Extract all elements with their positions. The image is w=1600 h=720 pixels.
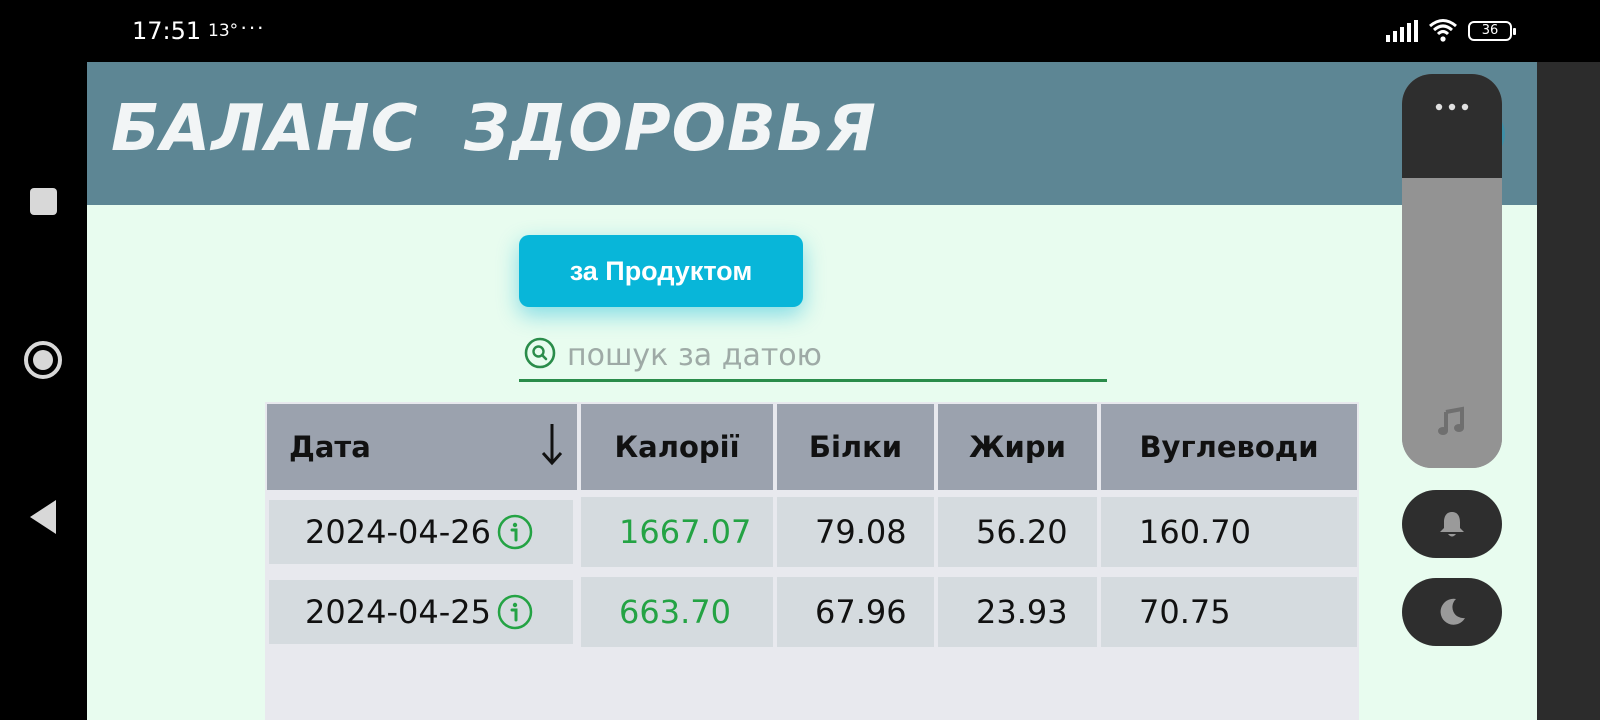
date-cell: 2024-04-26 [305,513,491,551]
app-header: БАЛАНС ЗДОРОВЬЯ ✓ [87,62,1537,205]
status-temperature: 13° [208,21,239,41]
page-title: БАЛАНС ЗДОРОВЬЯ [111,92,877,166]
column-header-label: Вуглеводи [1139,430,1319,464]
recents-button[interactable] [30,188,57,215]
protein-cell: 67.96 [777,577,934,647]
by-product-button[interactable]: за Продуктом [519,235,803,307]
back-button[interactable] [30,500,56,534]
calories-cell: 663.70 [581,577,773,647]
table-row-date: 2024-04-26 [269,500,573,564]
signal-icon [1386,20,1418,42]
column-header-carbs[interactable]: Вуглеводи [1101,404,1357,490]
table-row-date: 2024-04-25 [269,580,573,644]
moon-icon [1440,598,1465,625]
carbs-cell: 70.75 [1101,577,1357,647]
ringer-button[interactable] [1402,490,1502,558]
search-icon [524,337,556,369]
music-note-icon [1438,406,1464,435]
column-header-label: Жири [969,430,1066,464]
column-header-protein[interactable]: Білки [777,404,934,490]
app-area: БАЛАНС ЗДОРОВЬЯ ✓ за Продуктом Дата [87,62,1537,720]
column-header-calories[interactable]: Калорії [581,404,773,490]
column-header-label: Калорії [614,430,740,464]
more-icon[interactable] [1434,102,1470,112]
search-bar [519,332,1107,382]
calories-cell: 1667.07 [581,497,773,567]
status-bar: 17:51 13° ··· 36 [0,0,1600,62]
column-header-label: Дата [289,430,371,464]
battery-indicator: 36 [1468,21,1516,41]
column-header-fat[interactable]: Жири [938,404,1097,490]
wifi-icon [1429,19,1457,42]
arrow-down-icon[interactable] [541,422,563,466]
fat-cell: 23.93 [938,577,1097,647]
date-cell: 2024-04-25 [305,593,491,631]
column-header-label: Білки [808,430,903,464]
column-header-date[interactable]: Дата [267,404,577,490]
nutrition-table: Дата Калорії Білки Жири Вуглеводи 2024-0… [265,402,1359,720]
carbs-cell: 160.70 [1101,497,1357,567]
home-button[interactable] [24,341,62,379]
volume-panel [1402,74,1502,468]
volume-panel-top[interactable] [1402,74,1502,178]
do-not-disturb-button[interactable] [1402,578,1502,646]
status-time: 17:51 [132,17,202,45]
system-navigation [0,62,86,720]
info-icon[interactable] [497,594,533,630]
fat-cell: 56.20 [938,497,1097,567]
protein-cell: 79.08 [777,497,934,567]
info-icon[interactable] [497,514,533,550]
date-search-input[interactable] [567,332,1097,378]
right-edge-strip [1537,62,1600,720]
volume-slider[interactable] [1402,178,1502,468]
status-more-icon: ··· [240,14,265,39]
bell-icon [1440,512,1464,537]
